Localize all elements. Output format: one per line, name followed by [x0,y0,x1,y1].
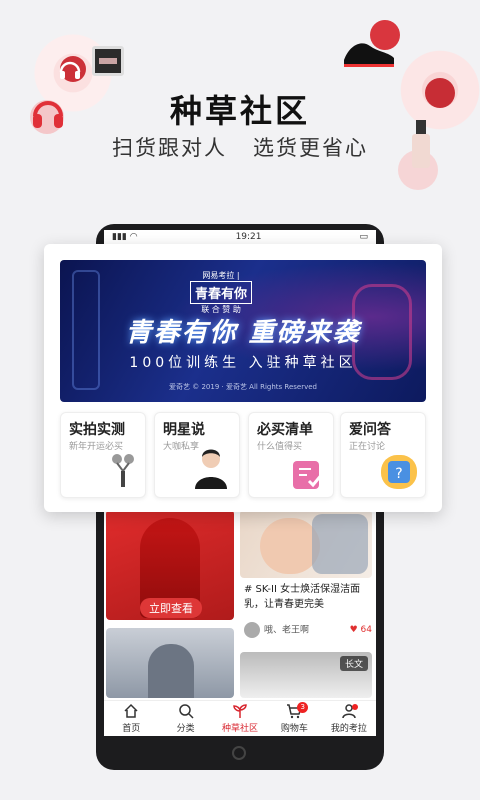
category-title: 明星说 [163,422,205,438]
tab-label: 我的考拉 [330,724,367,734]
signal-icon: ▮▮▮ ◠ [112,232,138,242]
category-subtitle: 正在讨论 [349,442,386,452]
question-icon: ? [381,455,417,489]
baby-image [260,518,320,574]
category-card-star-talk[interactable]: 明星说 大咖私享 [154,412,240,498]
home-button[interactable] [232,746,246,760]
avatar [244,622,260,638]
tab-profile[interactable]: 我的考拉 [322,701,376,736]
roller-icon [112,454,134,487]
heart-icon: ♥ [349,625,361,635]
tab-bar: 首页 分类 种草社区 3 购物车 我的考拉 [104,700,376,736]
hero-subtitle: 扫货跟对人 选货更省心 [111,136,369,160]
author-name: 哦、老王啊 [264,625,310,636]
svg-text:?: ? [395,466,402,482]
checklist-icon [293,461,325,489]
feed-card-promo[interactable]: 立即查看 [106,510,234,620]
building-image [148,644,194,698]
feed-card-city[interactable] [106,628,234,698]
view-now-button[interactable]: 立即查看 [140,598,202,618]
promo-banner[interactable]: 网易考拉 | 青春有你 联 合 赞 助 青春有你 重磅来袭 100位训练生 入驻… [60,260,426,402]
tab-label: 种草社区 [222,724,259,734]
feed-card-image[interactable] [240,510,372,578]
avatar-icon [195,449,227,489]
tab-label: 分类 [176,724,195,734]
post-meta: 哦、老王啊 ♥ 64 [244,622,372,638]
tab-home[interactable]: 首页 [104,701,158,736]
category-title: 爱问答 [349,422,391,438]
sneaker-icon [340,34,396,70]
feed: 立即查看 # SK-II 女士焕活保湿洁面乳，让青春更完美 哦、老王啊 ♥ 64… [104,500,376,700]
banner-subtitle: 100位训练生 入驻种草社区 [129,355,357,371]
search-icon [178,704,194,719]
status-time: 19:21 [235,232,262,242]
feed-card-article[interactable]: 长文 [240,652,372,698]
feature-popup: 网易考拉 | 青春有你 联 合 赞 助 青春有你 重磅来袭 100位训练生 入驻… [44,244,442,512]
tab-category[interactable]: 分类 [158,701,212,736]
tab-label: 购物车 [280,724,308,734]
long-article-tag: 长文 [339,656,368,671]
status-bar: ▮▮▮ ◠ 19:21 ▭ [104,230,376,244]
battery-icon: ▭ [359,232,368,242]
post-text[interactable]: # SK-II 女士焕活保湿洁面乳，让青春更完美 [244,582,372,612]
parent-image [312,514,368,574]
like-count: 64 [360,625,372,635]
logo-right: 青春有你 [190,281,253,304]
home-icon [124,703,138,718]
category-card-qa[interactable]: 爱问答 正在讨论 ? [340,412,426,498]
tab-community[interactable]: 种草社区 [213,701,267,736]
post-author[interactable]: 哦、老王啊 [244,622,309,638]
banner-title: 青春有你 重磅来袭 [125,318,361,348]
category-card-must-buy[interactable]: 必买清单 什么值得买 [248,412,334,498]
category-subtitle: 什么值得买 [257,442,303,452]
like-button[interactable]: ♥ 64 [350,625,372,635]
headphones-icon [58,58,82,80]
tab-label: 首页 [122,724,141,734]
logo-left: 网易考拉 [202,271,235,280]
tab-cart[interactable]: 3 购物车 [267,701,321,736]
category-card-real-test[interactable]: 实拍实测 新年开运必买 [60,412,146,498]
sprout-icon [233,704,247,718]
notification-dot [351,704,358,710]
banner-copyright: 爱奇艺 © 2019 · 爱奇艺 All Rights Reserved [169,383,317,391]
hero-title: 种草社区 [169,92,310,130]
category-title: 实拍实测 [69,422,125,438]
compact-icon [92,46,124,76]
cart-badge: 3 [297,702,309,713]
banner-logo: 网易考拉 | 青春有你 联 合 赞 助 [190,270,253,315]
category-title: 必买清单 [257,422,313,438]
